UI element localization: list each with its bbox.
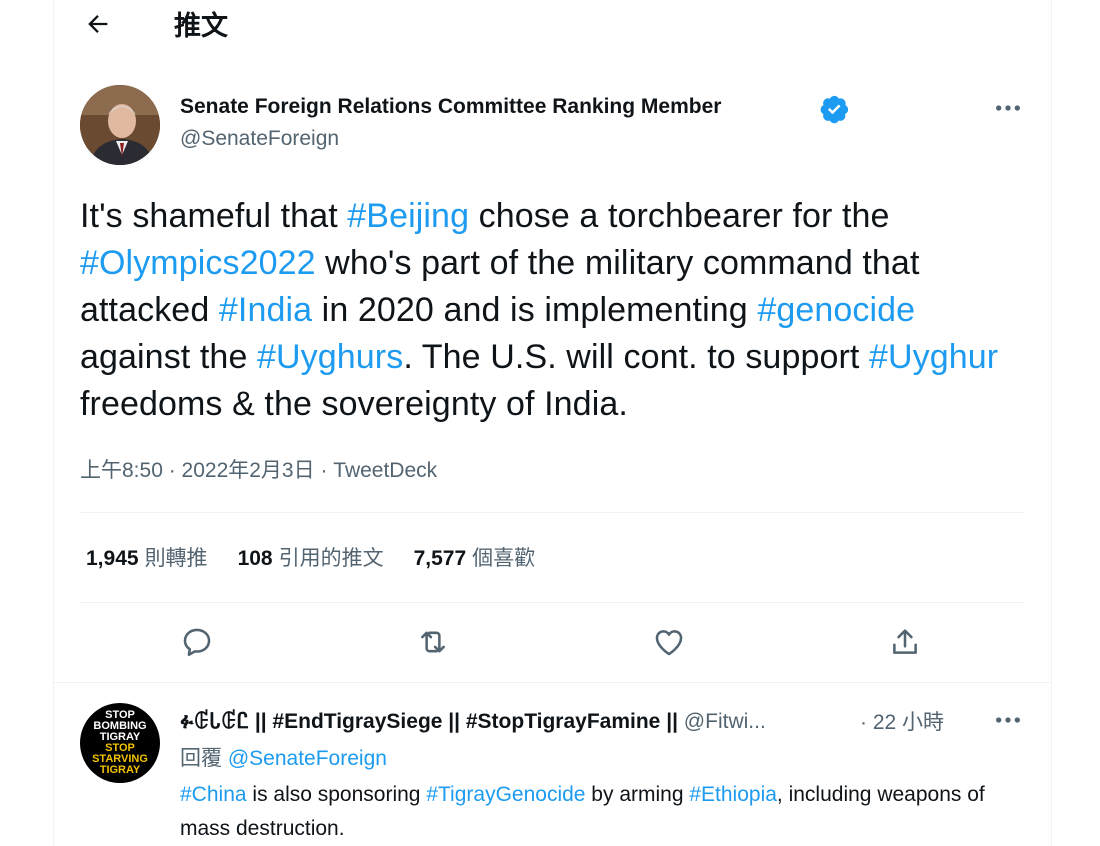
- replying-to: 回覆 @SenateForeign: [180, 742, 387, 772]
- hashtag-link[interactable]: #Uyghurs: [257, 338, 403, 376]
- share-button[interactable]: [883, 620, 927, 664]
- tweet-detail-column: 推文 Senate Foreign Relations Committee Ra…: [53, 0, 1052, 846]
- top-bar: 推文: [54, 0, 1051, 46]
- tweet-text: It's shameful that #Beijing chose a torc…: [80, 193, 1030, 428]
- quotes-count: 108: [237, 547, 273, 570]
- likes-stat[interactable]: 7,577 個喜歡: [414, 547, 536, 570]
- tweet-text-segment: freedoms & the sovereignty of India.: [80, 385, 628, 423]
- more-options-icon[interactable]: [992, 92, 1024, 124]
- author-name[interactable]: Senate Foreign Relations Committee Ranki…: [180, 95, 721, 119]
- tweet-text-segment: against the: [80, 338, 257, 376]
- hashtag-link[interactable]: #Uyghur: [869, 338, 998, 376]
- quotes-stat[interactable]: 108 引用的推文: [238, 547, 384, 570]
- hashtag-link[interactable]: #TigrayGenocide: [426, 783, 585, 806]
- author-avatar[interactable]: [80, 85, 160, 165]
- verified-badge-icon: [820, 95, 849, 124]
- hashtag-link[interactable]: #Beijing: [347, 197, 469, 235]
- reply-avatar[interactable]: STOP BOMBING TIGRAY STOP STARVING TIGRAY: [80, 703, 160, 783]
- like-button[interactable]: [647, 620, 691, 664]
- likes-label: 個喜歡: [472, 547, 536, 570]
- tweet-timestamp[interactable]: 上午8:50 · 2022年2月3日 · TweetDeck: [80, 454, 437, 484]
- reply-timestamp[interactable]: · 22 小時: [860, 706, 944, 736]
- reply-header: ፉꂅᏓꂅᏝ || #EndTigraySiege || #StopTigrayF…: [180, 706, 766, 734]
- quotes-label: 引用的推文: [278, 547, 384, 570]
- tweet-text-segment: chose a torchbearer for the: [469, 197, 890, 235]
- retweet-icon: [421, 631, 445, 653]
- retweets-count: 1,945: [86, 547, 139, 570]
- hashtag-link[interactable]: #China: [180, 783, 247, 806]
- likes-count: 7,577: [413, 547, 467, 570]
- replying-to-handle[interactable]: @SenateForeign: [228, 747, 387, 770]
- divider: [80, 512, 1024, 513]
- hashtag-link[interactable]: #genocide: [757, 291, 915, 329]
- like-icon: [655, 630, 683, 656]
- retweets-stat[interactable]: 1,945 則轉推: [86, 547, 208, 570]
- back-button[interactable]: [80, 6, 116, 42]
- tweet-text-segment: It's shameful that: [80, 197, 348, 235]
- hashtag-link[interactable]: #Olympics2022: [80, 244, 316, 282]
- reply-text-segment: is also sponsoring: [246, 783, 427, 806]
- reply-text: #China is also sponsoring #TigrayGenocid…: [180, 778, 1030, 846]
- author-handle[interactable]: @SenateForeign: [180, 127, 339, 151]
- replying-to-label: 回覆: [180, 747, 222, 770]
- hashtag-link[interactable]: #India: [219, 291, 312, 329]
- retweet-button[interactable]: [411, 620, 455, 664]
- reply-author-handle[interactable]: @Fitwi...: [684, 710, 766, 733]
- retweets-label: 則轉推: [144, 547, 208, 570]
- tweet-stats: 1,945 則轉推 108 引用的推文 7,577 個喜歡: [86, 542, 535, 572]
- share-icon: [893, 629, 917, 654]
- page-title: 推文: [174, 11, 228, 41]
- reply-button[interactable]: [175, 620, 219, 664]
- reply-text-segment: by arming: [585, 783, 690, 806]
- avatar-text: TIGRAY: [99, 764, 141, 776]
- tweet-text-segment: . The U.S. will cont. to support: [403, 338, 869, 376]
- tweet-text-segment: in 2020 and is implementing: [312, 291, 758, 329]
- divider: [80, 602, 1024, 603]
- more-options-icon[interactable]: [992, 704, 1024, 736]
- reply-icon: [183, 628, 211, 657]
- arrow-left-icon: [88, 15, 108, 33]
- reply-author-name[interactable]: ፉꂅᏓꂅᏝ || #EndTigraySiege || #StopTigrayF…: [180, 710, 678, 733]
- divider: [54, 682, 1051, 683]
- hashtag-link[interactable]: #Ethiopia: [689, 783, 777, 806]
- avatar-portrait: [80, 85, 160, 165]
